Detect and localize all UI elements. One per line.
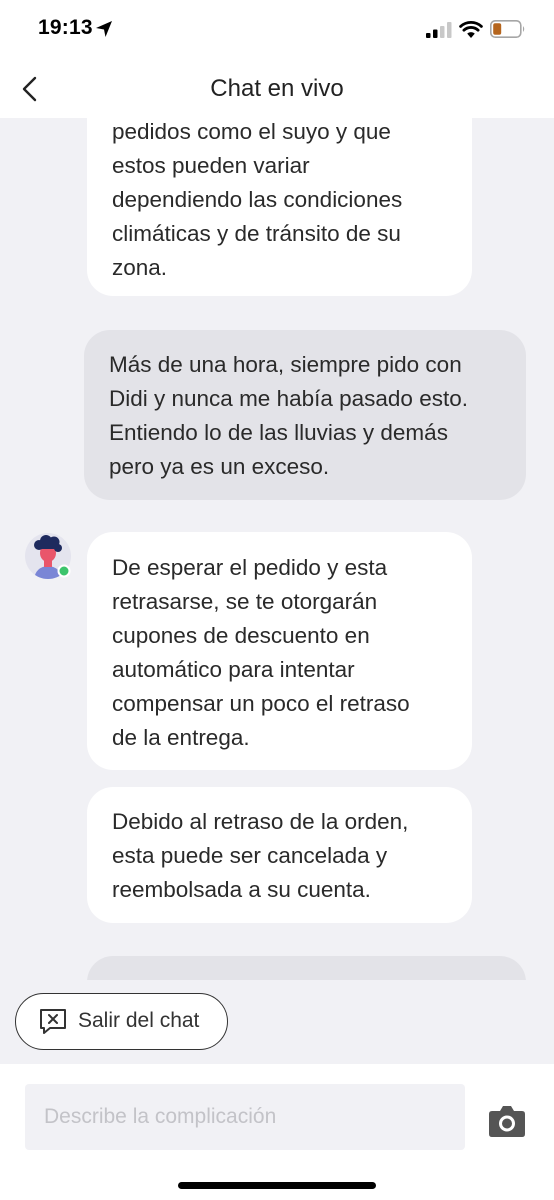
battery-icon [490,20,525,38]
exit-chat-label: Salir del chat [78,1009,200,1032]
agent-message: Debido al retraso de la orden, esta pued… [87,787,472,923]
agent-avatar-icon [25,533,71,579]
wifi-icon [459,21,483,38]
user-message: Más de una hora, siempre pido con Didi y… [84,330,526,500]
agent-message: De esperar el pedido y esta retrasarse, … [87,532,472,770]
page-title: Chat en vivo [210,75,344,102]
close-chat-icon [40,1009,66,1034]
location-arrow-icon [96,21,112,37]
cellular-signal-icon [426,22,452,38]
status-time: 19:13 [38,16,93,39]
camera-icon[interactable] [488,1104,526,1138]
message-composer [0,1064,554,1200]
agent-message: pedidos como el suyo y que estos pueden … [87,118,472,296]
navigation-bar: Chat en vivo [0,60,554,118]
chat-message-list[interactable]: pedidos como el suyo y que estos pueden … [0,118,554,980]
message-input[interactable] [25,1084,465,1150]
status-bar: 19:13 [0,0,554,60]
chat-screen: 19:13 Chat en vivo pedidos como el suyo … [0,0,554,1200]
user-message [87,956,526,980]
exit-chat-button[interactable]: Salir del chat [15,993,228,1050]
home-indicator [178,1182,376,1189]
